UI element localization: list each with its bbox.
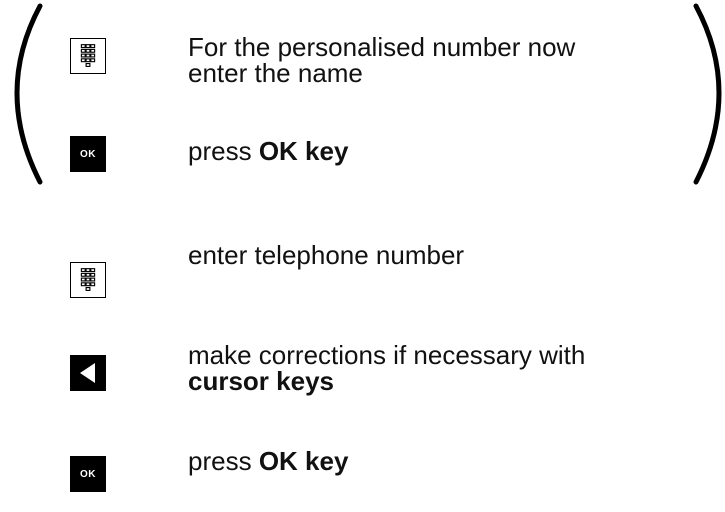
step-text-line: For the personalised number now [188,32,576,62]
step-enter-telephone-number: enter telephone number [188,242,708,268]
step-text-line: make corrections if necessary with [188,340,586,370]
step-press-ok: press OK key [188,138,708,164]
step-enter-name: For the personalised number now enter th… [188,34,708,86]
step-text-prefix: press [188,136,259,166]
ok-key-icon: OK [70,136,106,172]
step-text-bold: cursor keys [188,366,334,396]
step-make-corrections: make corrections if necessary with curso… [188,342,708,394]
cursor-left-key-icon [70,355,106,391]
ok-key-icon: OK [70,456,106,492]
ok-key-label: OK [80,148,96,160]
step-text-line: enter the name [188,58,363,88]
keypad-icon [70,38,106,74]
keypad-icon [70,262,106,298]
step-text-line: enter telephone number [188,240,465,270]
left-parenthesis [14,3,43,185]
step-text-bold: OK key [258,136,349,166]
ok-key-label: OK [80,468,96,480]
step-text-prefix: press [188,446,259,476]
step-press-ok: press OK key [188,448,708,474]
step-text-bold: OK key [258,446,349,476]
